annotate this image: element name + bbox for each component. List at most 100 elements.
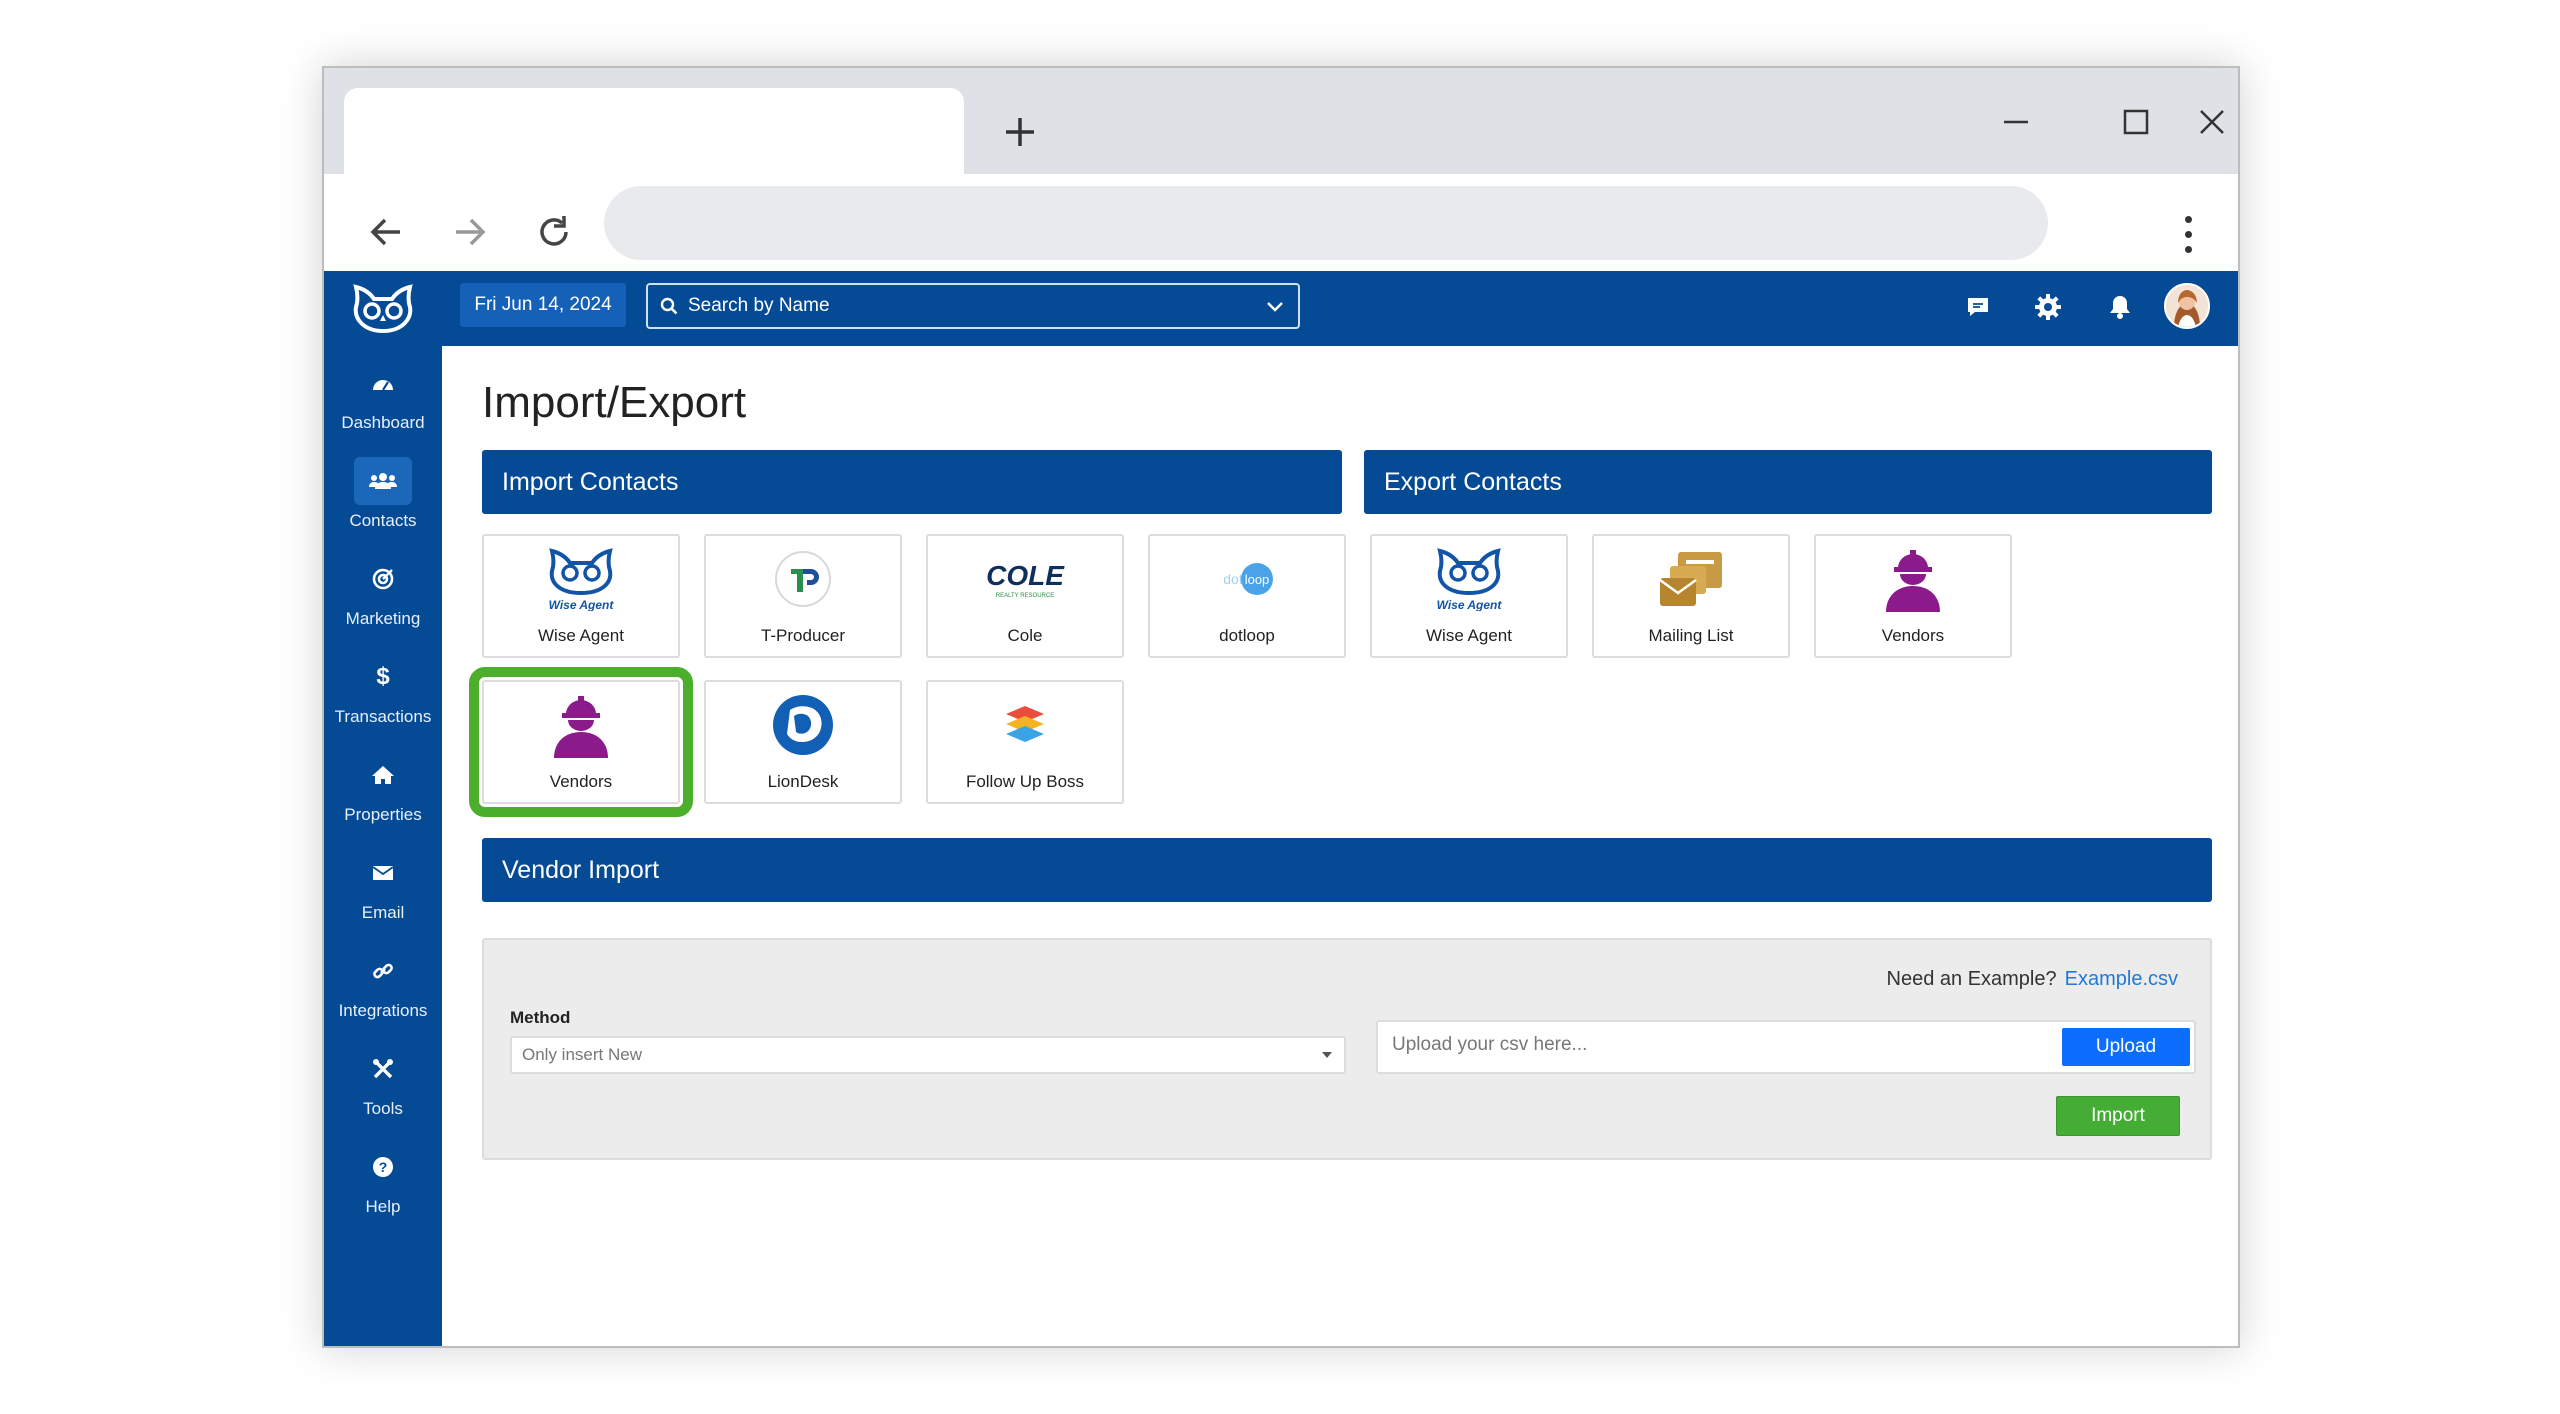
import-card-wise-agent[interactable]: Wise Agent Wise Agent xyxy=(482,534,680,658)
vendor-worker-icon xyxy=(1873,546,1953,612)
minimize-icon[interactable] xyxy=(1994,102,2038,142)
wise-agent-logo-icon: Wise Agent xyxy=(1429,546,1509,612)
card-label: dotloop xyxy=(1219,626,1275,645)
example-csv-link[interactable]: Example.csv xyxy=(2065,968,2178,990)
sidebar-item-transactions[interactable]: $ Transactions xyxy=(324,653,442,749)
export-card-wise-agent[interactable]: Wise Agent Wise Agent xyxy=(1370,534,1568,658)
sidebar-item-help[interactable]: ? Help xyxy=(324,1143,442,1239)
import-card-vendors[interactable]: Vendors xyxy=(469,667,693,817)
vendor-import-header: Vendor Import xyxy=(482,838,2212,902)
method-label: Method xyxy=(510,1008,571,1027)
card-label: LionDesk xyxy=(767,772,839,791)
liondesk-logo-icon xyxy=(763,692,843,758)
kebab-menu-icon[interactable] xyxy=(2176,204,2200,264)
close-icon[interactable] xyxy=(2190,102,2234,142)
sidebar-label: Marketing xyxy=(345,609,421,628)
import-contacts-header: Import Contacts xyxy=(482,450,1342,514)
import-card-liondesk[interactable]: LionDesk xyxy=(704,680,902,804)
export-contacts-header: Export Contacts xyxy=(1364,450,2212,514)
sidebar-label: Help xyxy=(365,1197,401,1216)
dotloop-logo-icon: dot loop xyxy=(1207,546,1287,612)
date-display: Fri Jun 14, 2024 xyxy=(460,283,626,327)
example-prompt: Need an Example? xyxy=(1886,968,2057,990)
import-card-cole[interactable]: COLE REALTY RESOURCE Cole xyxy=(926,534,1124,658)
search-placeholder: Search by Name xyxy=(688,295,830,316)
chevron-down-icon xyxy=(1267,302,1283,312)
sidebar-item-email[interactable]: Email xyxy=(324,849,442,945)
owl-logo-icon[interactable] xyxy=(348,281,418,337)
sidebar-label: Contacts xyxy=(349,511,417,530)
export-card-vendors[interactable]: Vendors xyxy=(1814,534,2012,658)
envelope-icon xyxy=(354,849,412,897)
sidebar-item-marketing[interactable]: Marketing xyxy=(324,555,442,651)
method-select[interactable]: Only insert New xyxy=(510,1036,1346,1074)
bell-icon[interactable] xyxy=(2102,289,2138,325)
tab-strip xyxy=(324,68,2238,174)
plus-icon[interactable] xyxy=(996,108,1044,156)
card-label: Vendors xyxy=(1881,626,1945,645)
cole-logo-icon: COLE REALTY RESOURCE xyxy=(985,546,1065,612)
gear-icon[interactable] xyxy=(2030,289,2066,325)
vendor-import-panel: Need an Example? Example.csv Method Only … xyxy=(482,938,2212,1160)
maximize-icon[interactable] xyxy=(2114,102,2158,142)
contacts-users-icon xyxy=(354,457,412,505)
sidebar-item-integrations[interactable]: Integrations xyxy=(324,947,442,1043)
import-card-dotloop[interactable]: dot loop dotloop xyxy=(1148,534,1346,658)
t-producer-logo-icon xyxy=(763,546,843,612)
sidebar-item-contacts[interactable]: Contacts xyxy=(324,457,442,553)
reload-icon[interactable] xyxy=(526,204,582,260)
sidebar-label: Properties xyxy=(344,805,422,824)
svg-text:Wise Agent: Wise Agent xyxy=(1437,598,1503,611)
user-avatar[interactable] xyxy=(2164,283,2210,329)
import-card-follow-up-boss[interactable]: Follow Up Boss xyxy=(926,680,1124,804)
sidebar-item-dashboard[interactable]: Dashboard xyxy=(324,359,442,455)
app-root: Fri Jun 14, 2024 Search by Name Dashboar… xyxy=(324,271,2238,1346)
svg-text:COLE: COLE xyxy=(986,560,1065,591)
chat-icon[interactable] xyxy=(1960,289,1996,325)
card-label: Vendors xyxy=(549,772,613,791)
sidebar-label: Tools xyxy=(363,1099,403,1118)
card-label: Wise Agent xyxy=(1426,626,1512,645)
app-topbar: Fri Jun 14, 2024 Search by Name xyxy=(324,271,2238,346)
tools-icon xyxy=(354,1045,412,1093)
import-card-t-producer[interactable]: T-Producer xyxy=(704,534,902,658)
svg-text:loop: loop xyxy=(1245,572,1270,587)
back-arrow-icon[interactable] xyxy=(358,204,414,260)
example-hint: Need an Example? Example.csv xyxy=(1887,968,2178,991)
card-label: Cole xyxy=(1007,626,1043,645)
dashboard-gauge-icon xyxy=(354,359,412,407)
svg-text:Wise Agent: Wise Agent xyxy=(549,598,615,611)
search-box[interactable]: Search by Name xyxy=(646,283,1300,329)
vendor-worker-icon xyxy=(541,692,621,758)
marketing-target-icon xyxy=(354,555,412,603)
address-bar[interactable] xyxy=(604,186,2048,260)
help-circle-icon: ? xyxy=(354,1143,412,1191)
mailing-list-icon xyxy=(1651,546,1731,612)
card-label: Wise Agent xyxy=(538,626,624,645)
csv-upload-placeholder: Upload your csv here... xyxy=(1392,1034,1588,1055)
sidebar-label: Email xyxy=(361,903,405,922)
card-label: Follow Up Boss xyxy=(965,772,1085,791)
browser-window: Fri Jun 14, 2024 Search by Name Dashboar… xyxy=(322,66,2240,1348)
sidebar-label: Transactions xyxy=(334,707,432,726)
home-icon xyxy=(354,751,412,799)
import-button[interactable]: Import xyxy=(2056,1096,2180,1136)
sidebar-item-tools[interactable]: Tools xyxy=(324,1045,442,1141)
sidebar-item-properties[interactable]: Properties xyxy=(324,751,442,847)
browser-tab[interactable] xyxy=(344,88,964,174)
wise-agent-logo-icon: Wise Agent xyxy=(541,546,621,612)
main-content: Import/Export Import Contacts Export Con… xyxy=(469,346,2212,1346)
dollar-icon: $ xyxy=(376,663,390,690)
method-select-value: Only insert New xyxy=(522,1045,642,1064)
link-icon xyxy=(354,947,412,995)
upload-button[interactable]: Upload xyxy=(2062,1028,2190,1066)
svg-text:?: ? xyxy=(379,1159,388,1175)
forward-arrow-icon[interactable] xyxy=(442,204,498,260)
search-icon xyxy=(660,297,678,315)
export-card-mailing-list[interactable]: Mailing List xyxy=(1592,534,1790,658)
csv-upload-field[interactable]: Upload your csv here... Upload xyxy=(1376,1020,2196,1074)
sidebar-label: Dashboard xyxy=(341,413,425,432)
follow-up-boss-logo-icon xyxy=(985,692,1065,758)
card-label: Mailing List xyxy=(1648,626,1734,645)
card-label: T-Producer xyxy=(760,626,846,645)
